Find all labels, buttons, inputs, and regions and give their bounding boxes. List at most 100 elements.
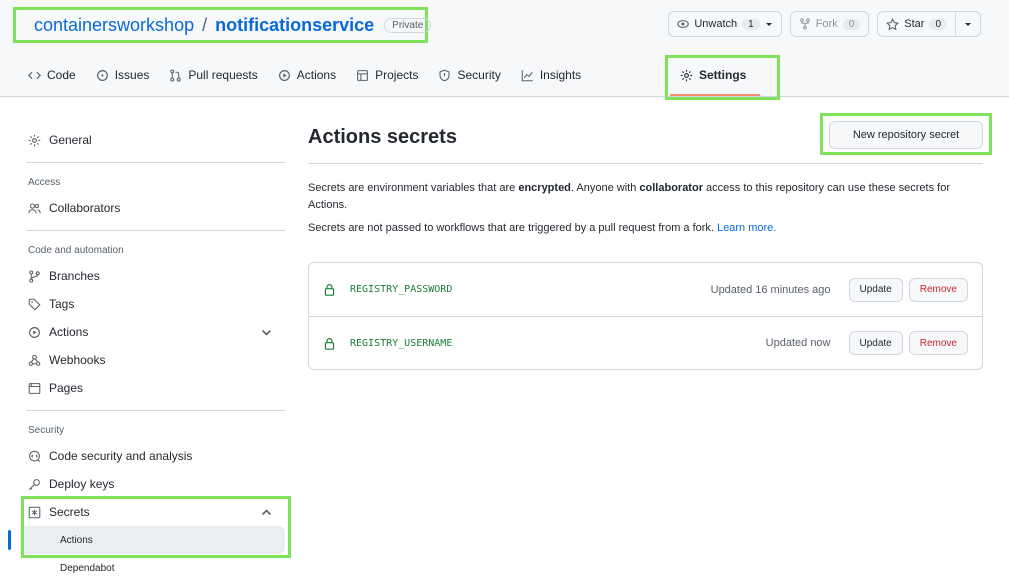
unwatch-label: Unwatch	[694, 18, 738, 30]
secrets-description: Secrets are environment variables that a…	[308, 180, 983, 214]
sidebar-item-label: Code security and analysis	[49, 449, 193, 463]
sidebar-heading-code: Code and automation	[28, 245, 124, 256]
play-icon	[278, 69, 290, 81]
repo-tabs: Code Issues Pull requests Actions Projec…	[18, 60, 591, 96]
branch-icon	[29, 269, 40, 283]
secret-updated: Updated now	[765, 337, 831, 349]
secret-name: REGISTRY_USERNAME	[350, 337, 453, 349]
star-icon	[886, 17, 900, 30]
sidebar-item-actions[interactable]: Actions	[20, 318, 285, 346]
unwatch-count: 1	[742, 18, 760, 30]
tab-settings[interactable]: Settings	[680, 62, 746, 88]
desc-bold: encrypted	[518, 182, 571, 194]
sidebar-item-label: Collaborators	[49, 201, 121, 215]
sidebar-item-code-security[interactable]: Code security and analysis	[20, 442, 285, 470]
caret-down-icon	[965, 23, 971, 26]
active-indicator	[8, 530, 11, 550]
tab-label: Security	[457, 68, 501, 82]
repo-name-link[interactable]: notificationservice	[215, 15, 374, 36]
repo-owner-link[interactable]: containersworkshop	[34, 15, 194, 36]
tab-label: Issues	[114, 68, 150, 82]
lock-icon	[324, 284, 335, 296]
play-icon	[29, 326, 40, 338]
tab-label: Actions	[296, 68, 337, 82]
sidebar-item-label: Branches	[49, 269, 100, 283]
tab-projects[interactable]: Projects	[346, 60, 428, 90]
fork-count: 0	[842, 18, 861, 30]
sidebar-item-label: Webhooks	[49, 353, 106, 367]
lock-icon	[324, 337, 335, 350]
repo-title: containersworkshop / notificationservice…	[13, 7, 432, 43]
sidebar-item-deploy-keys[interactable]: Deploy keys	[20, 470, 285, 498]
desc-bold: collaborator	[639, 182, 703, 194]
table-icon	[357, 69, 369, 81]
issue-icon	[96, 69, 108, 81]
sidebar-item-label: Pages	[49, 381, 84, 395]
webhook-icon	[28, 354, 41, 366]
tab-label: Pull requests	[188, 68, 258, 82]
divider	[26, 410, 285, 411]
divider	[308, 163, 983, 164]
browser-icon	[28, 382, 41, 394]
update-button[interactable]: Update	[848, 277, 903, 302]
tab-security[interactable]: Security	[428, 60, 510, 90]
notice-text: Secrets are not passed to workflows that…	[308, 222, 718, 234]
secret-row: REGISTRY_USERNAME Updated now Update Rem…	[309, 316, 982, 369]
caret-down-icon	[765, 23, 772, 26]
star-button[interactable]: Star 0	[877, 11, 956, 37]
sidebar-item-label: Deploy keys	[49, 477, 115, 491]
update-button[interactable]: Update	[848, 331, 903, 355]
chevron-down-icon	[262, 329, 271, 336]
secret-row: REGISTRY_PASSWORD Updated 16 minutes ago…	[309, 263, 982, 316]
code-icon	[28, 71, 41, 79]
repo-header: containersworkshop / notificationservice…	[0, 0, 1009, 100]
learn-more-link[interactable]: Learn more.	[717, 222, 776, 234]
tab-code[interactable]: Code	[18, 60, 86, 90]
sidebar-item-tags[interactable]: Tags	[20, 290, 285, 318]
tab-pull-requests[interactable]: Pull requests	[159, 60, 267, 90]
fork-notice: Secrets are not passed to workflows that…	[308, 222, 983, 234]
gear-icon	[28, 134, 41, 146]
sidebar-heading-access: Access	[28, 177, 61, 188]
tab-label: Projects	[375, 68, 419, 82]
fork-label: Fork	[815, 18, 838, 30]
divider	[26, 230, 285, 231]
key-icon	[28, 478, 40, 490]
desc-text: . Anyone with	[570, 182, 640, 194]
visibility-badge: Private	[384, 17, 432, 33]
tab-issues[interactable]: Issues	[86, 60, 160, 90]
sidebar-item-general[interactable]: General	[20, 126, 285, 154]
sidebar-subitem-secrets-dependabot[interactable]: Dependabot	[20, 554, 285, 582]
tab-actions[interactable]: Actions	[268, 60, 346, 90]
sidebar-item-label: Dependabot	[60, 562, 115, 574]
eye-icon	[677, 20, 690, 28]
secret-updated: Updated 16 minutes ago	[710, 283, 831, 296]
sidebar-heading-security: Security	[28, 425, 65, 436]
star-button-group: Star 0	[877, 11, 981, 37]
sidebar-item-pages[interactable]: Pages	[20, 374, 285, 402]
sidebar-item-webhooks[interactable]: Webhooks	[20, 346, 285, 374]
people-icon	[28, 203, 41, 213]
tab-label: Code	[47, 68, 76, 82]
star-dropdown-button[interactable]	[956, 11, 981, 37]
fork-icon	[799, 18, 810, 30]
tab-label: Settings	[699, 68, 747, 82]
sidebar-item-branches[interactable]: Branches	[20, 262, 285, 290]
secret-name: REGISTRY_PASSWORD	[350, 284, 453, 295]
new-repository-secret-button[interactable]: New repository secret	[829, 121, 983, 149]
remove-button[interactable]: Remove	[908, 331, 968, 355]
shield-icon	[439, 69, 450, 81]
active-tab-underline	[670, 94, 760, 96]
tag-icon	[28, 298, 41, 311]
pull-request-icon	[170, 68, 182, 82]
sidebar-item-collaborators[interactable]: Collaborators	[20, 194, 285, 222]
remove-button[interactable]: Remove	[908, 277, 968, 302]
star-label: Star	[904, 18, 925, 30]
sidebar-item-label: Actions	[49, 325, 89, 339]
secrets-list: REGISTRY_PASSWORD Updated 16 minutes ago…	[308, 262, 983, 370]
graph-icon	[521, 69, 533, 81]
fork-button[interactable]: Fork 0	[789, 11, 870, 37]
desc-text: Secrets are environment variables that a…	[308, 182, 519, 194]
unwatch-button[interactable]: Unwatch 1	[668, 11, 782, 37]
tab-insights[interactable]: Insights	[511, 60, 591, 90]
